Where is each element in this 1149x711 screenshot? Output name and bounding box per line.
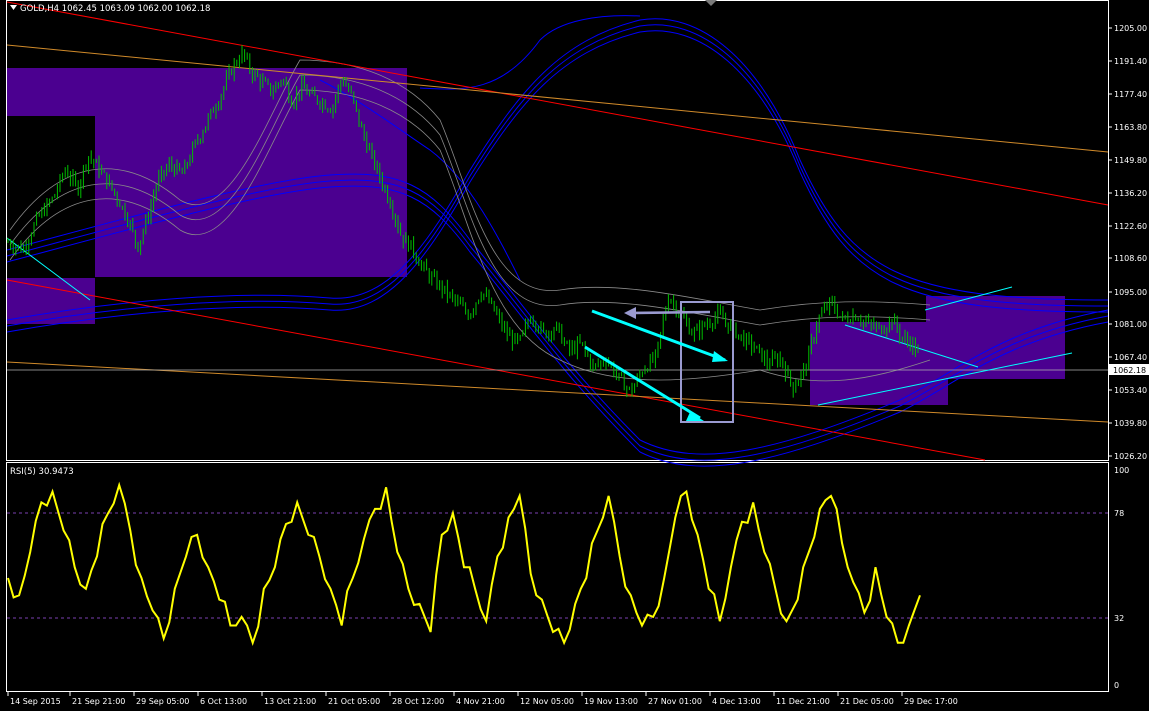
zone-box — [7, 68, 407, 116]
time-tick-label: 21 Oct 05:00 — [328, 697, 380, 706]
price-tick-label: 1053.40 — [1114, 386, 1147, 395]
time-tick-label: 13 Oct 21:00 — [264, 697, 316, 706]
zone-box — [7, 278, 95, 324]
chart-shift-marker — [705, 0, 717, 6]
time-tick-label: 12 Nov 05:00 — [520, 697, 574, 706]
time-axis: 14 Sep 2015 21 Sep 21:00 29 Sep 05:00 6 Oct… — [7, 691, 958, 706]
current-price-label: 1062.18 — [1113, 366, 1146, 375]
annotation-arrows — [584, 0, 734, 423]
time-tick-label: 21 Dec 05:00 — [840, 697, 894, 706]
price-tick-label: 1108.60 — [1114, 254, 1147, 263]
rsi-header: RSI(5) 30.9473 — [10, 467, 74, 477]
symbol-header: GOLD,H4 1062.45 1063.09 1062.00 1062.18 — [20, 4, 210, 14]
zone-box — [95, 115, 407, 277]
time-tick-label: 28 Oct 12:00 — [392, 697, 444, 706]
rsi-line — [7, 481, 921, 646]
arrow-slate — [629, 310, 711, 315]
price-tick-label: 1095.00 — [1114, 288, 1147, 297]
price-tick-label: 1191.40 — [1114, 57, 1147, 66]
price-axis: 1205.00 1191.40 1177.40 1163.80 1149.80 1136.… — [1108, 24, 1147, 461]
svg-text:32: 32 — [1114, 614, 1124, 623]
price-tick-label: 1149.80 — [1114, 156, 1147, 165]
price-tick-label: 1177.40 — [1114, 90, 1147, 99]
price-tick-label: 1205.00 — [1114, 24, 1147, 33]
price-tick-label: 1122.60 — [1114, 222, 1147, 231]
time-tick-label: 6 Oct 13:00 — [200, 697, 247, 706]
time-tick-label: 4 Nov 21:00 — [456, 697, 505, 706]
rsi-axis: 100 78 32 0 — [1114, 466, 1129, 690]
price-chart[interactable]: GOLD,H4 1062.45 1063.09 1062.00 1062.18 … — [0, 0, 1149, 711]
price-tick-label: 1081.00 — [1114, 320, 1147, 329]
arrow-head — [712, 351, 728, 362]
time-tick-label: 29 Sep 05:00 — [136, 697, 189, 706]
price-tick-label: 1067.40 — [1114, 353, 1147, 362]
arrow-head — [624, 307, 636, 319]
price-tick-label: 1026.20 — [1114, 452, 1147, 461]
chart-menu-icon[interactable] — [10, 5, 17, 10]
price-tick-label: 1039.80 — [1114, 419, 1147, 428]
rsi-pane-frame — [6, 462, 1109, 692]
time-tick-label: 11 Dec 21:00 — [776, 697, 830, 706]
svg-text:0: 0 — [1114, 681, 1119, 690]
time-tick-label: 14 Sep 2015 — [10, 697, 61, 706]
time-tick-label: 19 Nov 13:00 — [584, 697, 638, 706]
svg-text:100: 100 — [1114, 466, 1129, 475]
price-tick-label: 1136.20 — [1114, 189, 1147, 198]
time-tick-label: 21 Sep 21:00 — [72, 697, 125, 706]
price-tick-label: 1163.80 — [1114, 123, 1147, 132]
time-tick-label: 4 Dec 13:00 — [712, 697, 761, 706]
zone-boxes — [7, 68, 1065, 405]
time-tick-label: 27 Nov 01:00 — [648, 697, 702, 706]
time-tick-label: 29 Dec 17:00 — [904, 697, 958, 706]
zone-box — [7, 115, 95, 279]
zone-box — [926, 296, 1065, 379]
svg-text:78: 78 — [1114, 509, 1124, 518]
